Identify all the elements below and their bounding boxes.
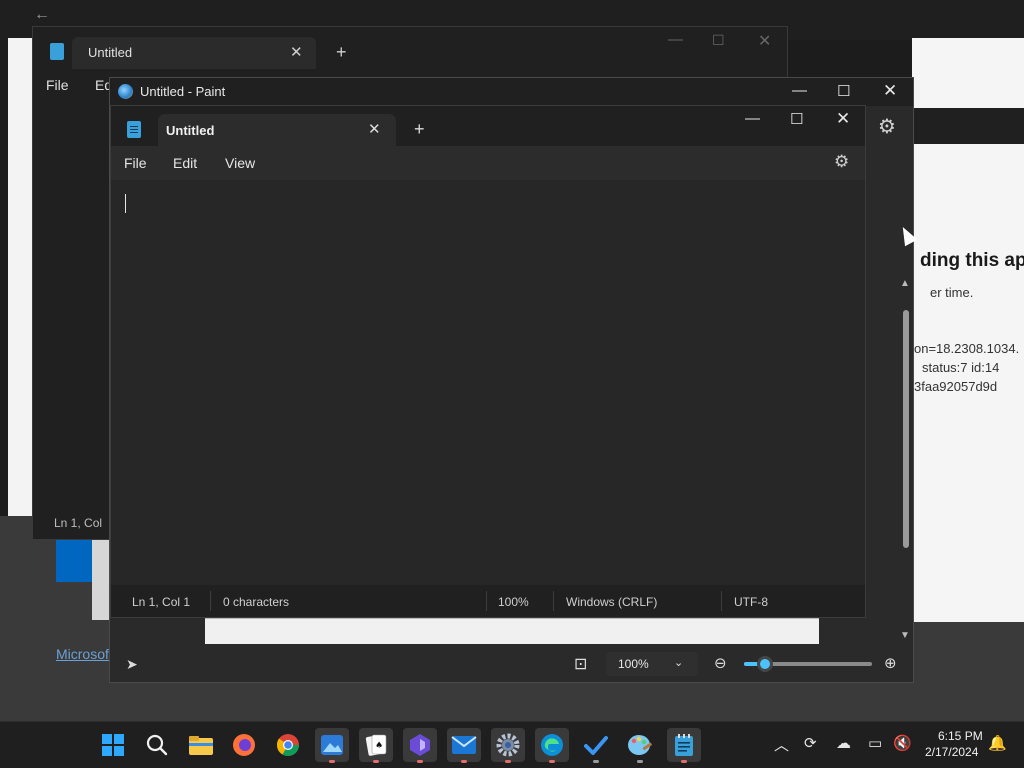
chevron-down-icon[interactable]: ⌄ (674, 656, 683, 669)
running-indicator (593, 760, 599, 763)
minimize-icon[interactable]: — (792, 82, 807, 99)
close-tab-icon[interactable]: ✕ (290, 43, 303, 61)
edge-icon[interactable] (535, 728, 569, 762)
fit-to-window-icon[interactable]: ⊡ (574, 654, 587, 674)
menu-file[interactable]: File (46, 77, 69, 93)
vertical-scrollbar[interactable] (903, 310, 909, 548)
settings-gear-icon[interactable]: ⚙ (878, 114, 896, 139)
scroll-up-arrow-icon[interactable]: ▲ (900, 278, 910, 289)
maximize-icon[interactable]: ☐ (837, 82, 850, 100)
file-explorer-icon[interactable] (184, 728, 218, 762)
notepad-back-tab-title: Untitled (88, 45, 133, 60)
minimize-icon[interactable]: — (668, 31, 683, 48)
status-character-count: 0 characters (223, 595, 290, 609)
firefox-icon[interactable] (227, 728, 261, 762)
notepad-taskbar-icon[interactable] (667, 728, 701, 762)
chevron-up-icon[interactable]: ︿ (774, 734, 789, 755)
clock-date[interactable]: 2/17/2024 (925, 745, 978, 759)
back-arrow-icon[interactable]: ← (34, 6, 50, 24)
status-separator (553, 591, 554, 611)
status-position: Ln 1, Col 1 (132, 595, 191, 609)
notepad-tab-title: Untitled (166, 123, 215, 138)
clock-time[interactable]: 6:15 PM (938, 729, 983, 743)
microsoft-link[interactable]: Microsoft (56, 646, 113, 662)
notepad-icon (127, 121, 141, 138)
store-detail-line: 3faa92057d9d (914, 379, 998, 394)
running-indicator (549, 760, 555, 763)
network-icon[interactable]: ▭ (868, 734, 882, 752)
todo-icon[interactable] (579, 728, 613, 762)
solitaire-icon[interactable]: ♠ (359, 728, 393, 762)
start-button[interactable] (96, 728, 130, 762)
photos-icon[interactable] (315, 728, 349, 762)
paint-taskbar-icon[interactable] (623, 728, 657, 762)
running-indicator (637, 760, 643, 763)
new-tab-icon[interactable]: + (414, 119, 425, 140)
status-line-ending[interactable]: Windows (CRLF) (566, 595, 657, 609)
chrome-icon[interactable] (271, 728, 305, 762)
running-indicator (681, 760, 687, 763)
status-zoom[interactable]: 100% (498, 595, 529, 609)
status-separator (486, 591, 487, 611)
running-indicator (417, 760, 423, 763)
close-icon[interactable]: ✕ (758, 31, 771, 51)
settings-icon[interactable] (491, 728, 525, 762)
search-icon[interactable] (140, 728, 174, 762)
store-header-band (912, 108, 1024, 144)
zoom-out-icon[interactable]: ⊖ (714, 654, 727, 672)
pointer-position-icon: ➤ (126, 656, 138, 672)
scroll-down-arrow-icon[interactable]: ▼ (900, 630, 910, 641)
sync-icon[interactable]: ⟳ (804, 734, 817, 752)
status-encoding[interactable]: UTF-8 (734, 595, 768, 609)
close-icon[interactable]: ✕ (836, 109, 850, 129)
mail-icon[interactable] (447, 728, 481, 762)
volume-muted-icon[interactable]: 🔇 (893, 734, 912, 752)
menu-file[interactable]: File (124, 155, 147, 171)
close-icon[interactable]: ✕ (883, 81, 897, 101)
notepad-icon (50, 43, 64, 60)
status-separator (721, 591, 722, 611)
store-error-subtext: er time. (930, 285, 974, 300)
notification-bell-icon[interactable]: 🔔 (988, 734, 1007, 752)
running-indicator (461, 760, 467, 763)
windows-logo-icon (102, 734, 124, 756)
new-tab-icon[interactable]: + (336, 42, 347, 63)
zoom-slider-thumb[interactable] (757, 656, 773, 672)
paint-window-title: Untitled - Paint (140, 84, 226, 99)
paint-icon (118, 84, 133, 99)
running-indicator (329, 760, 335, 763)
notepad-text-area[interactable] (111, 180, 865, 584)
zoom-value: 100% (618, 657, 649, 671)
running-indicator (505, 760, 511, 763)
running-indicator (373, 760, 379, 763)
clipchamp-icon[interactable] (403, 728, 437, 762)
status-separator (210, 591, 211, 611)
settings-gear-icon[interactable]: ⚙ (834, 152, 849, 172)
text-caret (125, 194, 126, 213)
store-detail-line: on=18.2308.1034. (914, 341, 1020, 356)
cloud-offline-icon[interactable]: ☁ (836, 734, 851, 752)
store-error-heading: ding this ap (920, 250, 1024, 271)
menu-view[interactable]: View (225, 155, 255, 171)
paint-canvas[interactable] (205, 618, 819, 644)
background-tile (56, 540, 92, 582)
status-position: Ln 1, Col (54, 516, 103, 530)
svg-text:♠: ♠ (375, 741, 383, 751)
maximize-icon[interactable]: ☐ (712, 32, 725, 49)
maximize-icon[interactable]: ☐ (790, 110, 803, 128)
minimize-icon[interactable]: — (745, 110, 760, 127)
menu-edit[interactable]: Edit (173, 155, 197, 171)
zoom-in-icon[interactable]: ⊕ (884, 654, 897, 672)
close-tab-icon[interactable]: ✕ (368, 120, 381, 138)
store-detail-line: status:7 id:14 (922, 360, 1000, 375)
